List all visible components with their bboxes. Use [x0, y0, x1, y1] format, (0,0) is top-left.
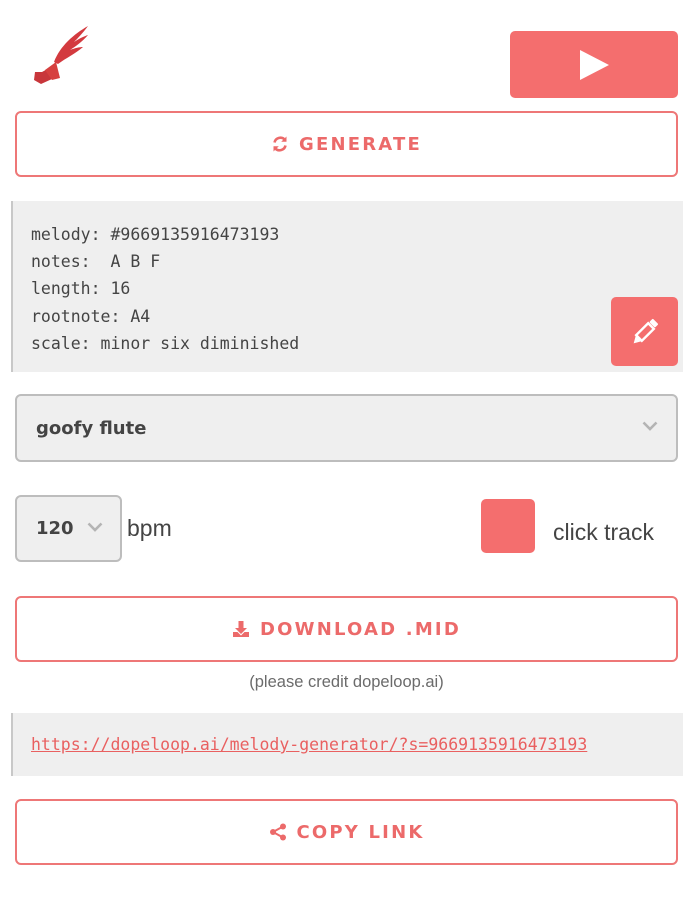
- click-track-toggle[interactable]: [481, 499, 535, 553]
- share-icon: [269, 823, 287, 841]
- pencil-icon: [628, 315, 662, 349]
- rootnote-line: rootnote: A4: [31, 306, 151, 326]
- chevron-down-icon: [642, 421, 658, 431]
- length-line: length: 16: [31, 279, 131, 299]
- click-track-label: click track: [553, 519, 654, 545]
- melody-id-line: melody: #9669135916473193: [31, 225, 280, 244]
- generate-label: GENERATE: [299, 133, 422, 155]
- refresh-icon: [271, 135, 289, 153]
- download-icon: [232, 620, 250, 638]
- generate-button[interactable]: GENERATE: [15, 111, 678, 177]
- copy-link-label: COPY LINK: [296, 821, 425, 843]
- bpm-select[interactable]: 120: [15, 495, 122, 562]
- share-link-panel: https://dopeloop.ai/melody-generator/?s=…: [11, 713, 683, 776]
- download-label: DOWNLOAD .MID: [260, 618, 461, 640]
- copy-link-button[interactable]: COPY LINK: [15, 799, 678, 865]
- chevron-down-icon: [87, 522, 103, 532]
- melody-info-panel: melody: #9669135916473193 notes: A B F l…: [11, 201, 683, 372]
- play-button[interactable]: [510, 31, 678, 98]
- play-icon: [577, 48, 611, 82]
- instrument-selected-value: goofy flute: [36, 417, 147, 439]
- bpm-value: 120: [36, 518, 74, 539]
- winged-note-logo: [30, 24, 92, 88]
- edit-button[interactable]: [611, 297, 678, 366]
- credit-note: (please credit dopeloop.ai): [249, 673, 444, 691]
- instrument-select[interactable]: goofy flute: [15, 394, 678, 462]
- bpm-label: bpm: [127, 515, 172, 541]
- scale-line: scale: minor six diminished: [31, 333, 300, 353]
- share-link[interactable]: https://dopeloop.ai/melody-generator/?s=…: [31, 735, 587, 754]
- download-midi-button[interactable]: DOWNLOAD .MID: [15, 596, 678, 662]
- notes-line: notes: A B F: [31, 252, 161, 272]
